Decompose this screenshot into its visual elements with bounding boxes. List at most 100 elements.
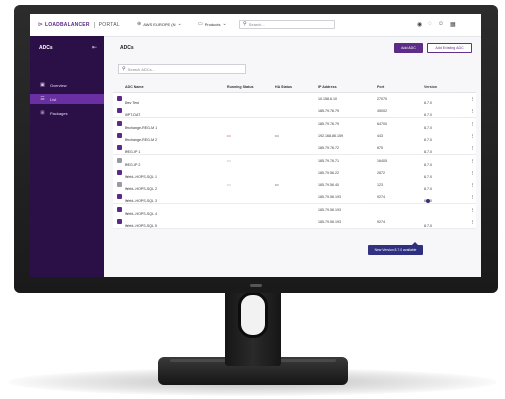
- adc-type-icon: [117, 169, 122, 175]
- adc-type-icon: [117, 157, 122, 163]
- row-menu-icon[interactable]: ⋮: [471, 109, 475, 113]
- global-search-placeholder: Search...: [248, 22, 265, 27]
- col-ha-status[interactable]: HA Status: [275, 85, 292, 89]
- table-row[interactable]: Exchange-REG-M 1 ↗ 185.79.76.79 64700 8.7.0…: [113, 117, 476, 131]
- ha-status: •••: [275, 133, 279, 138]
- grid-icon: ▣: [40, 82, 45, 88]
- port: 16405: [377, 158, 387, 163]
- collapse-sidebar-icon[interactable]: ⇤: [92, 44, 97, 51]
- port: 2872: [377, 170, 385, 175]
- port: 64700: [377, 121, 387, 126]
- ip-address: 185.79.76.71: [318, 158, 339, 163]
- row-menu-icon[interactable]: ⋮: [471, 183, 475, 187]
- port: 123: [377, 183, 383, 188]
- sidebar: ADCs ⇤ ▣ Overview ☰ List ⊞ Packages: [30, 36, 104, 277]
- brand-logo[interactable]: ⊳ LOADBALANCER PORTAL: [38, 22, 120, 28]
- ip-address: 185.79.56.40: [318, 183, 339, 188]
- row-menu-icon[interactable]: ⋮: [471, 97, 475, 101]
- port: 27070: [377, 97, 387, 101]
- table-row[interactable]: GPT-DAT ↗ 185.79.76.79 45002 8.7.0 ⋮: [113, 105, 476, 119]
- row-menu-icon[interactable]: ⋮: [471, 159, 475, 163]
- port: 45002: [377, 109, 387, 114]
- table-row[interactable]: Exchange-REG-M 2 ↗ ••• ••• 192.168.86.159 44…: [113, 129, 476, 143]
- globe-icon: ⊕: [137, 21, 142, 27]
- table-header: ADC Name Running Status HA Status IP Add…: [113, 82, 476, 93]
- adc-type-icon: [117, 108, 122, 114]
- ip-address: 185.79.56.22: [318, 170, 339, 175]
- adc-type-icon: [117, 182, 122, 188]
- row-menu-icon[interactable]: ⋮: [471, 122, 475, 126]
- external-link-icon[interactable]: ↗: [125, 224, 128, 228]
- ip-address: 10.158.6.10: [318, 97, 337, 101]
- ip-address: 192.168.86.159: [318, 133, 343, 138]
- adc-search-input[interactable]: ⚲ Search ADCs...: [118, 64, 246, 74]
- sidebar-item-label: Packages: [50, 110, 68, 116]
- chevron-down-icon: ⌄: [177, 21, 182, 27]
- logo-portal: PORTAL: [98, 22, 120, 28]
- table-row[interactable]: REG-IP 1 ↗ 185.79.76.72 875 8.7.0 ⋮: [113, 142, 476, 156]
- row-menu-icon[interactable]: ⋮: [471, 220, 475, 224]
- top-bar: ⊳ LOADBALANCER PORTAL ⊕ AWS EUROPE (N ⌄ …: [30, 14, 481, 37]
- sidebar-item-list[interactable]: ☰ List: [30, 94, 104, 104]
- logo-icon: ⊳: [38, 22, 44, 28]
- search-icon: ⚲: [243, 21, 247, 27]
- products-menu[interactable]: ▭ Products ⌄: [198, 22, 227, 28]
- global-search-input[interactable]: ⚲ Search...: [239, 20, 335, 29]
- col-adc-name[interactable]: ADC Name: [125, 85, 144, 89]
- monitor-stand: [225, 288, 281, 366]
- table-row[interactable]: WebL-HOPS-SQL 1 ↗ 185.79.56.22 2872 8.7.0 ⋮: [113, 166, 476, 180]
- table-row[interactable]: Dev Test ↗ 10.158.6.10 27070 8.7.0 ⋮: [113, 93, 476, 106]
- products-label: Products: [204, 22, 221, 27]
- version-text: 8.7.0: [424, 224, 432, 228]
- ip-address: 185.79.56.193: [318, 195, 341, 200]
- help-icon[interactable]: ◌: [428, 21, 432, 28]
- port: 9274: [377, 195, 385, 200]
- table-row[interactable]: WebL-HOPS-SQL 5 ↗ 185.79.56.193 9274 8.7.0 ⋮: [113, 216, 476, 229]
- apps-grid-icon[interactable]: ▦: [450, 21, 456, 28]
- row-menu-icon[interactable]: ⋮: [471, 134, 475, 138]
- running-status: •••: [227, 183, 231, 188]
- adc-type-icon: [117, 194, 122, 200]
- adc-name-text: WebL-HOPS-SQL 5: [125, 224, 157, 228]
- row-menu-icon[interactable]: ⋮: [471, 208, 475, 212]
- sidebar-item-label: List: [50, 96, 57, 102]
- port: 443: [377, 133, 383, 138]
- col-port[interactable]: Port: [377, 85, 384, 89]
- region-label: AWS EUROPE (N: [143, 22, 176, 27]
- screen: ⊳ LOADBALANCER PORTAL ⊕ AWS EUROPE (N ⌄ …: [30, 14, 481, 277]
- stand-cable-hole: [238, 292, 268, 338]
- adc-type-icon: [117, 206, 122, 212]
- row-menu-icon[interactable]: ⋮: [471, 146, 475, 150]
- adc-type-icon: [117, 132, 122, 138]
- logo-divider: [93, 22, 95, 28]
- sidebar-item-packages[interactable]: ⊞ Packages: [30, 108, 104, 118]
- sidebar-item-label: Overview: [50, 82, 67, 88]
- ip-address: 185.79.76.72: [318, 146, 339, 151]
- user-icon[interactable]: ☺: [438, 21, 444, 28]
- sidebar-item-overview[interactable]: ▣ Overview: [30, 80, 104, 90]
- sidebar-title: ADCs: [39, 45, 53, 51]
- adc-type-icon: [117, 219, 122, 224]
- col-running-status[interactable]: Running Status: [227, 85, 254, 89]
- row-menu-icon[interactable]: ⋮: [471, 195, 475, 199]
- ip-address: 185.79.56.193: [318, 220, 341, 224]
- table-row[interactable]: WebL-HOPS-SQL 2 ↗ ••• ••• 185.79.56.40 123 8.…: [113, 179, 476, 193]
- port: 875: [377, 146, 383, 151]
- add-adc-button[interactable]: Add ADC: [394, 43, 423, 53]
- adc-search-placeholder: Search ADCs...: [127, 66, 156, 72]
- list-icon: ☰: [40, 96, 45, 102]
- notification-icon[interactable]: ◉: [417, 21, 422, 28]
- main-content: ADCs Add ADC Add Existing ADC ⚲ Search A…: [104, 36, 481, 277]
- table-row[interactable]: WebL-HOPS-SQL 4 ↗ 185.79.56.193 ⋮: [113, 203, 476, 217]
- row-menu-icon[interactable]: ⋮: [471, 171, 475, 175]
- page-title: ADCs: [120, 45, 134, 51]
- table-row[interactable]: WebL-HOPS-SQL 3 ↗185.79.56.19392748.6.0⋮: [113, 191, 476, 205]
- add-existing-adc-button[interactable]: Add Existing ADC: [427, 43, 472, 53]
- adc-type-icon: [117, 96, 122, 101]
- col-ip-address[interactable]: IP Address: [318, 85, 337, 89]
- region-selector[interactable]: ⊕ AWS EUROPE (N ⌄: [137, 21, 182, 28]
- table-row[interactable]: REG-IP 2 ↗ ••• 185.79.76.71 16405 8.7.0 ⋮: [113, 154, 476, 168]
- version-update-tooltip: New Version 8.7.0 available: [368, 242, 423, 255]
- logo-text: LOADBALANCER: [45, 22, 90, 28]
- col-version[interactable]: Version: [424, 85, 437, 89]
